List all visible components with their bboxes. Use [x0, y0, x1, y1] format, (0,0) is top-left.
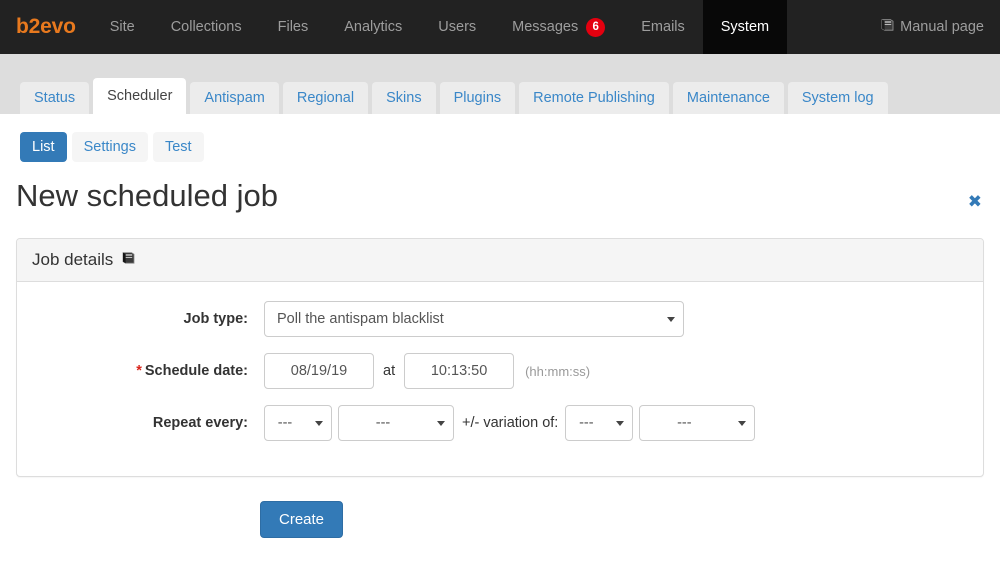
repeat-every-label: Repeat every:	[152, 415, 248, 431]
chevron-down-icon	[667, 317, 675, 322]
create-button[interactable]: Create	[260, 501, 344, 538]
nav-item-emails[interactable]: Emails	[623, 0, 703, 54]
at-label: at	[383, 363, 396, 379]
schedule-date-label-text: Schedule date:	[144, 363, 248, 379]
messages-count-badge: 6	[586, 17, 606, 37]
job-type-select[interactable]: Poll the antispam blacklist	[264, 301, 684, 337]
nav-item-files[interactable]: Files	[260, 0, 327, 54]
tab-label: Status	[34, 90, 76, 106]
job-details-panel: Job details Job type: Poll the antispam …	[16, 238, 984, 477]
tab-label: Scheduler	[107, 88, 173, 104]
manual-page-label: Manual page	[900, 19, 984, 35]
submit-row: Create	[0, 477, 1000, 538]
subtab-label: List	[32, 139, 55, 155]
repeat-unit-select[interactable]: ---	[338, 405, 454, 441]
tab-label: Plugins	[453, 90, 502, 106]
form-row-repeat-every: Repeat every: --- --- +/- variation of: …	[32, 404, 968, 442]
tab-scheduler[interactable]: Scheduler	[93, 78, 187, 114]
manual-page-link[interactable]: Manual page	[870, 18, 984, 36]
required-marker: *	[136, 363, 142, 379]
repeat-number-select[interactable]: ---	[264, 405, 332, 441]
nav-item-analytics[interactable]: Analytics	[326, 0, 420, 54]
schedule-time-input[interactable]: 10:13:50	[404, 353, 515, 389]
tab-system-log[interactable]: System log	[787, 82, 888, 114]
subtab-test[interactable]: Test	[152, 132, 204, 162]
nav-item-messages[interactable]: Messages 6	[494, 0, 623, 54]
tab-status[interactable]: Status	[20, 82, 90, 114]
repeat-number-value: ---	[277, 415, 293, 431]
primary-nav: Site Collections Files Analytics Users M…	[92, 0, 788, 54]
nav-item-system[interactable]: System	[702, 0, 788, 54]
tab-maintenance[interactable]: Maintenance	[672, 82, 784, 114]
form-row-job-type: Job type: Poll the antispam blacklist	[32, 300, 968, 338]
book-icon	[880, 18, 895, 36]
close-icon[interactable]: ✖	[968, 183, 982, 210]
chevron-down-icon	[437, 421, 445, 426]
nav-item-collections[interactable]: Collections	[153, 0, 260, 54]
tab-label: Remote Publishing	[533, 90, 655, 106]
nav-item-label: Analytics	[344, 19, 403, 35]
job-type-value: Poll the antispam blacklist	[277, 311, 444, 327]
book-icon[interactable]	[121, 250, 136, 270]
variation-unit-select[interactable]: ---	[639, 405, 756, 441]
page-title: New scheduled job	[16, 178, 278, 213]
schedule-date-input[interactable]: 08/19/19	[264, 353, 374, 389]
chevron-down-icon	[738, 421, 747, 426]
tab-antispam[interactable]: Antispam	[190, 82, 279, 114]
form-row-schedule-date: * Schedule date: 08/19/19 at 10:13:50 (hh…	[32, 352, 968, 390]
tab-label: Regional	[296, 90, 355, 106]
panel-body: Job type: Poll the antispam blacklist * S…	[17, 282, 983, 476]
section-tabs: Status Scheduler Antispam Regional Skins…	[0, 54, 1000, 114]
sub-tabs: List Settings Test	[0, 114, 1000, 166]
chevron-down-icon	[315, 421, 323, 426]
repeat-unit-value: ---	[375, 415, 391, 431]
nav-item-label: Site	[109, 19, 135, 35]
variation-unit-value: ---	[677, 415, 692, 431]
panel-heading-label: Job details	[32, 250, 114, 269]
nav-item-label: Emails	[641, 19, 685, 35]
brand-logo[interactable]: b2evo	[0, 0, 92, 54]
navbar-right: Manual page	[870, 0, 1000, 54]
nav-item-label: Users	[438, 19, 477, 35]
subtab-settings[interactable]: Settings	[71, 132, 148, 162]
subtab-label: Settings	[83, 139, 136, 155]
subtab-label: Test	[164, 139, 192, 155]
variation-number-select[interactable]: ---	[565, 405, 634, 441]
nav-item-label: System	[720, 19, 770, 35]
subtab-list[interactable]: List	[20, 132, 67, 162]
tab-label: System log	[801, 90, 874, 106]
panel-heading: Job details	[17, 239, 983, 282]
tab-regional[interactable]: Regional	[282, 82, 369, 114]
schedule-date-label: * Schedule date:	[32, 363, 264, 379]
tab-remote-publishing[interactable]: Remote Publishing	[519, 82, 669, 114]
chevron-down-icon	[616, 421, 625, 426]
nav-item-site[interactable]: Site	[92, 0, 153, 54]
nav-item-users[interactable]: Users	[420, 0, 494, 54]
tab-skins[interactable]: Skins	[372, 82, 436, 114]
tab-label: Antispam	[204, 90, 265, 106]
nav-item-label: Files	[277, 19, 309, 35]
time-format-hint: (hh:mm:ss)	[525, 363, 591, 379]
tab-label: Maintenance	[686, 90, 770, 106]
top-navbar: b2evo Site Collections Files Analytics U…	[0, 0, 1000, 54]
nav-item-label: Messages	[512, 19, 579, 35]
tab-plugins[interactable]: Plugins	[439, 82, 516, 114]
title-row: New scheduled job ✖	[0, 166, 1000, 216]
nav-item-label: Collections	[170, 19, 242, 35]
tab-label: Skins	[386, 90, 422, 106]
variation-number-value: ---	[579, 415, 594, 431]
variation-label: +/- variation of:	[462, 415, 559, 431]
job-type-label: Job type:	[183, 311, 248, 327]
